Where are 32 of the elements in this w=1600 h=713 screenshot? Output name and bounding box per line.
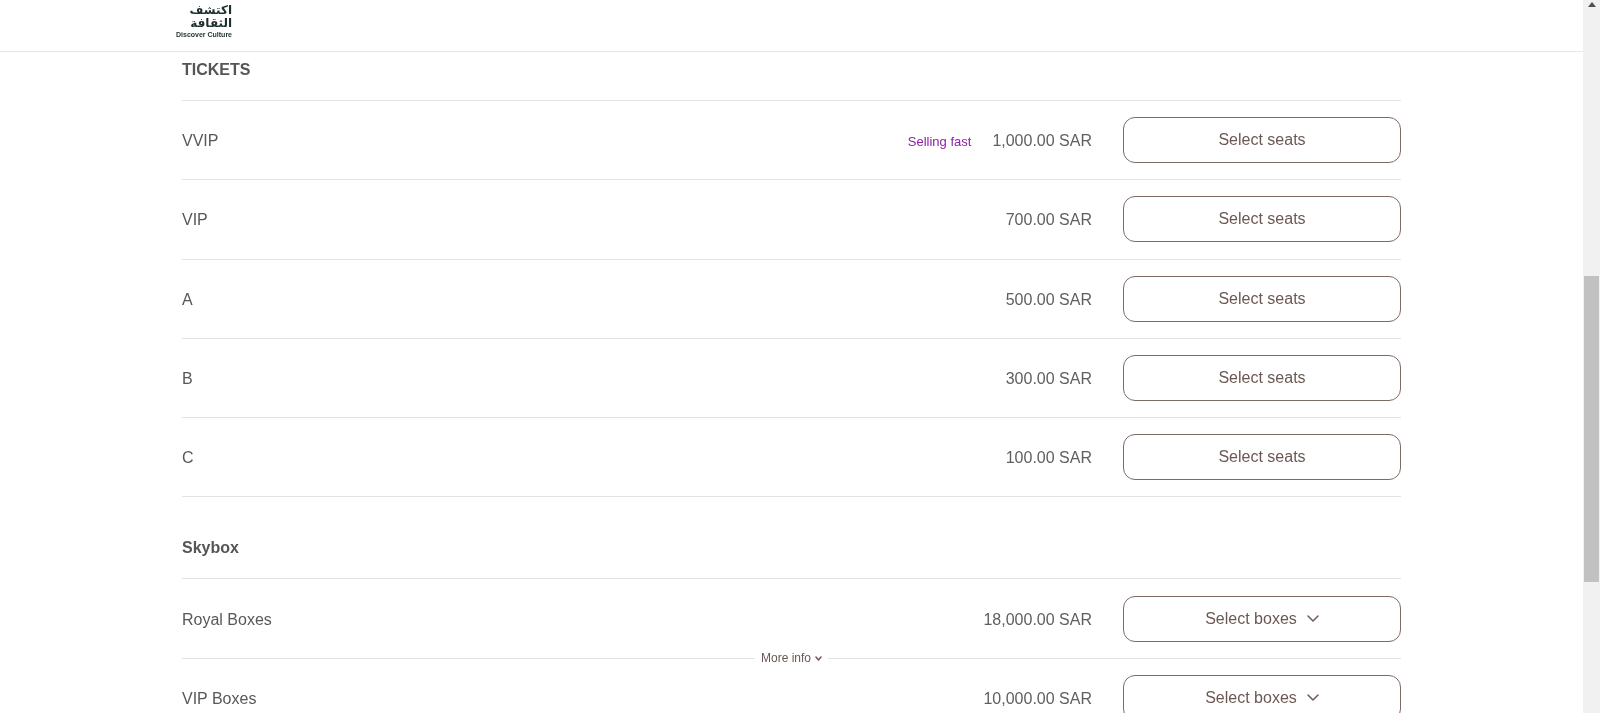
ticket-price: 700.00 SAR xyxy=(1005,210,1092,230)
ticket-price: 500.00 SAR xyxy=(1005,289,1092,309)
caret-icon xyxy=(1306,694,1319,702)
scrollbar-track[interactable] xyxy=(1583,0,1600,713)
section-heading: Skybox xyxy=(182,497,1401,580)
select-seats-button[interactable]: Select seats xyxy=(1123,117,1401,164)
ticket-price: 18,000.00 SAR xyxy=(983,609,1092,629)
scroll-up-arrow-icon[interactable] xyxy=(1587,2,1596,7)
ticket-price: 300.00 SAR xyxy=(1005,369,1092,389)
ticket-price: 10,000.00 SAR xyxy=(983,688,1092,708)
select-seats-button[interactable]: Select seats xyxy=(1123,434,1401,481)
ticket-category: A xyxy=(182,289,194,309)
caret-icon xyxy=(1306,615,1319,623)
section-heading: TICKETS xyxy=(182,52,1401,101)
select-seats-button[interactable]: Select seats xyxy=(1123,275,1401,322)
logo-arabic-text: الثقافة xyxy=(190,17,233,30)
ticket-category: VIP Boxes xyxy=(182,688,258,708)
select-boxes-button[interactable]: Select boxes xyxy=(1123,674,1401,713)
ticket-category: B xyxy=(182,369,194,389)
ticket-category: VVIP xyxy=(182,131,220,151)
select-seats-button[interactable]: Select seats xyxy=(1123,196,1401,243)
select-seats-button[interactable]: Select seats xyxy=(1123,355,1401,402)
ticket-price: 1,000.00 SAR xyxy=(992,131,1092,151)
ticket-category: C xyxy=(182,448,195,468)
scrollbar-thumb[interactable] xyxy=(1584,276,1599,582)
chevron-down-icon xyxy=(815,655,822,661)
select-boxes-button[interactable]: Select boxes xyxy=(1123,595,1401,642)
logo-arabic-text: اكتشف xyxy=(189,4,233,17)
selling-fast-label: Selling fast xyxy=(907,132,972,149)
ticket-category: Royal Boxes xyxy=(182,609,273,629)
ticket-price: 100.00 SAR xyxy=(1005,448,1092,468)
ticket-category: VIP xyxy=(182,210,209,230)
